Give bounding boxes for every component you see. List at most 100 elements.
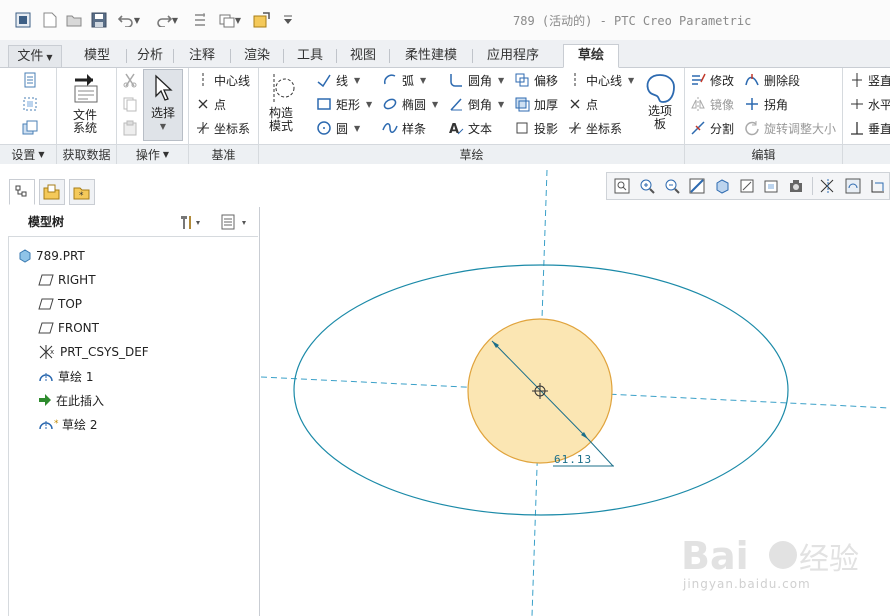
thicken-button[interactable]: 加厚 [514, 94, 558, 114]
tree-item-sketch-1[interactable]: 草绘 1 [38, 366, 93, 386]
sketch-view-button[interactable] [22, 118, 38, 138]
sketch-centerline-label: 中心线 [586, 73, 623, 88]
select-label: 选择 [150, 106, 175, 120]
zoom-in-button[interactable] [636, 174, 659, 198]
refit-button[interactable] [611, 174, 634, 198]
rectangle-button[interactable]: 矩形 ▼ [316, 94, 372, 114]
mirror-icon [691, 97, 705, 111]
perspective-view-button[interactable] [785, 174, 808, 198]
tree-settings-button[interactable] [178, 213, 204, 234]
sketch-display-filter-button[interactable] [841, 174, 864, 198]
tab-flexible-modeling[interactable]: 柔性建模 [390, 45, 472, 67]
corner-button[interactable]: 拐角 [744, 94, 788, 114]
perpendicular-constraint-icon [851, 122, 863, 135]
tree-item-label: 草绘 1 [58, 369, 94, 384]
datum-point-button[interactable]: 点 [196, 94, 226, 114]
vertical-constraint-button[interactable]: 竖直 [850, 70, 890, 90]
group-setup[interactable]: 设置 ▼ [0, 144, 56, 164]
display-style-button[interactable] [710, 174, 733, 198]
tab-applications[interactable]: 应用程序 [473, 45, 553, 67]
circle-button[interactable]: 圆 ▼ [316, 118, 360, 138]
graphics-window[interactable]: 61.13 Bai 经验 jingyan.baidu.com [261, 165, 890, 616]
chamfer-button[interactable]: 倒角 ▼ [448, 94, 504, 114]
tree-item-insert-here[interactable]: 在此插入 [38, 390, 104, 410]
tree-item-label: 草绘 2 [62, 417, 98, 432]
rotate-resize-button[interactable]: 旋转调整大小 [744, 118, 836, 138]
horizontal-constraint-button[interactable]: 水平 [850, 94, 890, 114]
datum-csys-button[interactable]: 坐标系 [196, 118, 250, 138]
copy-button[interactable] [122, 94, 138, 114]
sketch-centerline-button[interactable]: 中心线 ▼ [568, 70, 634, 90]
palette-button[interactable]: 选项板 [640, 72, 680, 131]
undo-icon[interactable]: ▼ [114, 9, 144, 31]
perpendicular-constraint-button[interactable]: 垂直 [850, 118, 890, 138]
sketch-setup-button[interactable] [22, 70, 38, 90]
datum-display-filter-button[interactable] [817, 174, 840, 198]
tab-annotate[interactable]: 注释 [174, 45, 230, 67]
tree-item-csys[interactable]: x PRT_CSYS_DEF [38, 342, 149, 362]
tab-tools[interactable]: 工具 [284, 45, 336, 67]
folder-browser-tab[interactable] [39, 179, 65, 205]
favorites-tab[interactable]: * [69, 179, 95, 205]
zoom-out-button[interactable] [661, 174, 684, 198]
cut-button[interactable] [122, 70, 138, 90]
tab-sketch[interactable]: 草绘 [563, 44, 619, 68]
select-button[interactable]: 选择 ▼ [143, 69, 183, 141]
customize-toolbar-icon[interactable] [282, 9, 294, 31]
repaint-button[interactable] [685, 174, 708, 198]
file-system-button[interactable]: 文件系统 [64, 72, 106, 135]
reference-button[interactable] [22, 94, 38, 114]
tree-columns-button[interactable] [220, 213, 250, 234]
tab-model[interactable]: 模型 [68, 45, 126, 67]
tab-analysis[interactable]: 分析 [127, 45, 173, 67]
sketch-point-button[interactable]: 点 [568, 94, 598, 114]
redo-icon[interactable]: ▼ [152, 9, 182, 31]
circle-icon [317, 121, 331, 135]
text-button[interactable]: A 文本 [448, 118, 492, 138]
arc-label: 弧 [402, 73, 415, 88]
tree-item-front[interactable]: FRONT [38, 318, 99, 338]
datum-centerline-button[interactable]: 中心线 [196, 70, 250, 90]
arc-button[interactable]: 弧 ▼ [382, 70, 426, 90]
regenerate-icon[interactable] [190, 9, 210, 31]
fillet-button[interactable]: 圆角 ▼ [448, 70, 504, 90]
rectangle-label: 矩形 [336, 97, 361, 112]
datum-csys-label: 坐标系 [214, 121, 251, 136]
open-file-icon[interactable] [64, 9, 84, 31]
sketch-csys-button[interactable]: 坐标系 [568, 118, 622, 138]
tree-item-right[interactable]: RIGHT [38, 270, 96, 290]
model-tree-icon [15, 185, 27, 197]
tab-view[interactable]: 视图 [337, 45, 389, 67]
sketch-view-button[interactable] [866, 174, 889, 198]
offset-button[interactable]: 偏移 [514, 70, 558, 90]
tab-render[interactable]: 渲染 [231, 45, 283, 67]
save-icon[interactable] [88, 9, 110, 31]
construction-mode-button[interactable]: 构造模式 [262, 72, 300, 133]
tree-item-top[interactable]: TOP [38, 294, 82, 314]
app-menu-icon[interactable] [12, 9, 34, 31]
close-window-icon[interactable] [252, 9, 272, 31]
spline-button[interactable]: 样条 [382, 118, 426, 138]
circle-label: 圆 [336, 121, 349, 136]
tree-item-part[interactable]: 789.PRT [18, 246, 85, 266]
new-file-icon[interactable] [40, 9, 60, 31]
line-icon [317, 74, 331, 88]
project-button[interactable]: 投影 [514, 118, 558, 138]
tree-item-sketch-2[interactable]: * 草绘 2 [38, 414, 97, 434]
mirror-button[interactable]: 镜像 [690, 94, 734, 114]
modify-button[interactable]: 修改 [690, 70, 734, 90]
saved-orientations-button[interactable] [735, 174, 758, 198]
paste-button[interactable] [122, 118, 138, 138]
group-operations[interactable]: 操作 ▼ [117, 144, 188, 164]
windows-icon[interactable]: ▼ [214, 9, 246, 31]
arc-icon [384, 74, 396, 85]
divide-button[interactable]: 分割 [690, 118, 734, 138]
model-tree-tab[interactable] [9, 179, 35, 205]
ellipse-button[interactable]: 椭圆 ▼ [382, 94, 438, 114]
diameter-dimension-value[interactable]: 61.13 [554, 453, 592, 466]
tab-file[interactable]: 文件 ▼ [8, 45, 62, 67]
view-manager-button[interactable] [760, 174, 783, 198]
line-button[interactable]: 线 ▼ [316, 70, 360, 90]
delete-segment-button[interactable]: 删除段 [744, 70, 800, 90]
file-system-label: 文件系统 [72, 108, 97, 135]
